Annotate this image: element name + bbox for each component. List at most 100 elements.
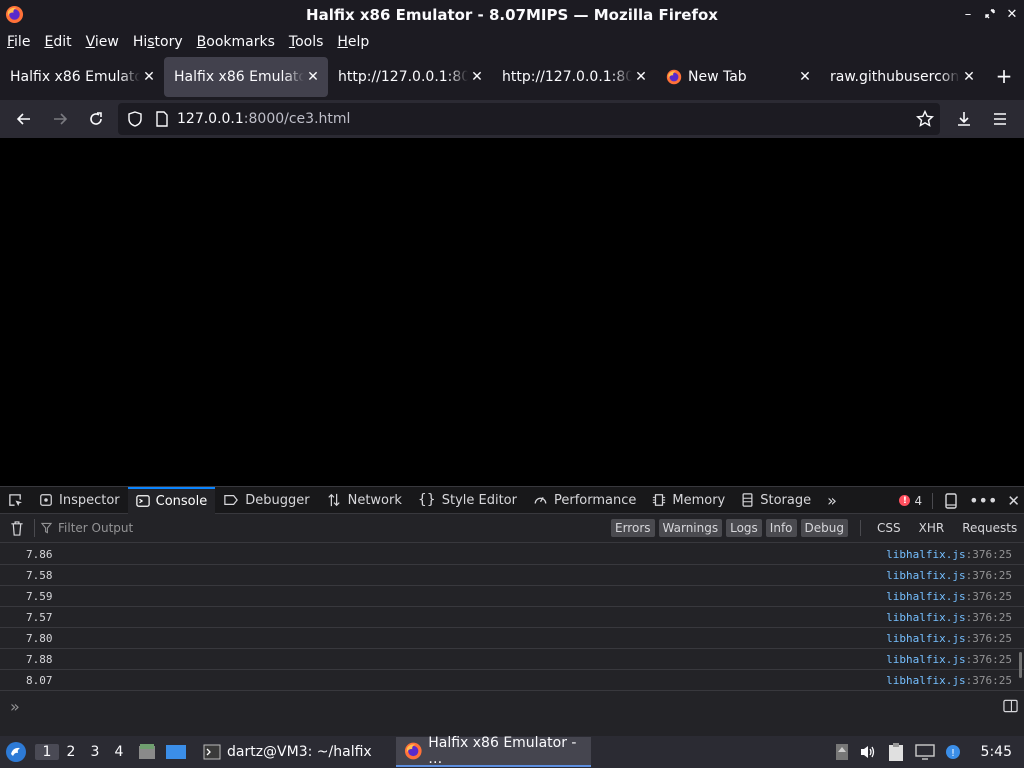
tab-localhost-ce[interactable]: http://127.0.0.1:8000/ce.html ✕ bbox=[492, 57, 656, 97]
tab-halfix-1[interactable]: Halfix x86 Emulator - 8.07MIPS ✕ bbox=[0, 57, 164, 97]
filter-errors-button[interactable]: Errors bbox=[611, 519, 655, 537]
devtools-close-icon[interactable]: ✕ bbox=[1007, 492, 1020, 510]
devtools-tab-debugger[interactable]: Debugger bbox=[215, 487, 317, 514]
devtools-tab-label: Inspector bbox=[59, 492, 120, 508]
menu-edit[interactable]: Edit bbox=[44, 34, 78, 50]
console-message-source[interactable]: libhalfix.js:376:25 bbox=[886, 653, 1012, 666]
console-message-value: 8.07 bbox=[26, 673, 53, 687]
devtools-tab-style-editor[interactable]: {} Style Editor bbox=[410, 487, 525, 514]
console-message-source[interactable]: libhalfix.js:376:25 bbox=[886, 590, 1012, 603]
network-status-icon[interactable] bbox=[914, 744, 935, 760]
filter-output-input[interactable]: Filter Output bbox=[41, 521, 133, 535]
workspace-1[interactable]: 1 bbox=[35, 744, 59, 760]
more-options-icon[interactable]: ••• bbox=[969, 491, 997, 510]
tab-close-icon[interactable]: ✕ bbox=[306, 69, 320, 85]
console-output: 7.86 libhalfix.js:376:25 7.58 libhalfix.… bbox=[0, 544, 1024, 691]
task-terminal[interactable]: dartz@VM3: ~/halfix bbox=[195, 737, 380, 767]
back-button[interactable] bbox=[9, 104, 39, 134]
devtools-tab-label: Style Editor bbox=[441, 492, 517, 508]
clock[interactable]: 5:45 bbox=[981, 744, 1012, 760]
workspace-4[interactable]: 4 bbox=[107, 744, 131, 760]
page-icon[interactable] bbox=[155, 111, 169, 127]
console-message-row: 7.59 libhalfix.js:376:25 bbox=[0, 586, 1024, 607]
menu-bookmarks[interactable]: Bookmarks bbox=[197, 34, 282, 50]
devtools-tab-performance[interactable]: Performance bbox=[525, 487, 644, 514]
tab-close-icon[interactable]: ✕ bbox=[470, 69, 484, 85]
devtools-overflow-button[interactable]: » bbox=[819, 487, 845, 514]
task-firefox[interactable]: Halfix x86 Emulator - … bbox=[395, 735, 591, 767]
tab-new-tab[interactable]: New Tab ✕ bbox=[656, 57, 820, 97]
url-text[interactable]: 127.0.0.1:8000/ce3.html bbox=[177, 111, 350, 127]
tab-halfix-2[interactable]: Halfix x86 Emulator - 8.07MIPS ✕ bbox=[164, 57, 328, 97]
app-menu-button[interactable] bbox=[985, 104, 1015, 134]
tab-close-icon[interactable]: ✕ bbox=[142, 69, 156, 85]
notification-icon[interactable]: ! bbox=[945, 744, 961, 760]
restore-icon[interactable] bbox=[984, 5, 996, 23]
console-message-value: 7.88 bbox=[26, 652, 53, 666]
tab-localhost-ce2[interactable]: http://127.0.0.1:8000/ce2.html ✕ bbox=[328, 57, 492, 97]
prompt-chevron-icon: » bbox=[10, 696, 20, 716]
filter-info-button[interactable]: Info bbox=[765, 519, 797, 537]
firefox-icon bbox=[666, 69, 682, 85]
devtools-tab-storage[interactable]: Storage bbox=[733, 487, 819, 514]
console-message-source[interactable]: libhalfix.js:376:25 bbox=[886, 611, 1012, 624]
devtools-tab-label: Memory bbox=[672, 492, 726, 508]
devtools-tab-console[interactable]: Console bbox=[127, 486, 216, 514]
tab-raw-github[interactable]: raw.githubusercontent.com ✕ bbox=[820, 57, 984, 97]
menu-history[interactable]: History bbox=[133, 34, 190, 50]
system-tray: ! 5:45 bbox=[835, 736, 1018, 768]
console-message-source[interactable]: libhalfix.js:376:25 bbox=[886, 632, 1012, 645]
devtools-tab-label: Performance bbox=[553, 492, 637, 508]
close-icon[interactable]: ✕ bbox=[1006, 5, 1018, 23]
filter-warnings-button[interactable]: Warnings bbox=[658, 519, 723, 537]
url-bar[interactable]: 127.0.0.1:8000/ce3.html bbox=[118, 103, 940, 135]
devtools-tab-network[interactable]: Network bbox=[318, 487, 410, 514]
console-message-source[interactable]: libhalfix.js:376:25 bbox=[886, 569, 1012, 582]
devtools-tab-inspector[interactable]: Inspector bbox=[31, 487, 128, 514]
workspace-2[interactable]: 2 bbox=[59, 744, 83, 760]
console-message-row: 8.07 libhalfix.js:376:25 bbox=[0, 670, 1024, 691]
page-content[interactable] bbox=[0, 138, 1024, 486]
console-scrollbar[interactable] bbox=[1019, 652, 1022, 678]
menu-view[interactable]: View bbox=[86, 34, 126, 50]
console-message-value: 7.58 bbox=[26, 568, 53, 582]
filter-css-button[interactable]: CSS bbox=[873, 519, 905, 537]
console-message-source[interactable]: libhalfix.js:376:25 bbox=[886, 548, 1012, 561]
upload-indicator-icon[interactable] bbox=[835, 743, 849, 761]
downloads-button[interactable] bbox=[949, 104, 979, 134]
tab-close-icon[interactable]: ✕ bbox=[798, 69, 812, 85]
app-launcher-icon[interactable] bbox=[5, 741, 27, 763]
minimize-icon[interactable]: – bbox=[962, 5, 974, 23]
responsive-design-icon[interactable] bbox=[943, 492, 959, 509]
reload-button[interactable] bbox=[81, 104, 111, 134]
console-message-value: 7.86 bbox=[26, 547, 53, 561]
error-icon: ! bbox=[899, 495, 911, 506]
devtools-tab-memory[interactable]: Memory bbox=[644, 487, 733, 514]
forward-button[interactable] bbox=[45, 104, 75, 134]
arrow-right-icon bbox=[54, 113, 68, 125]
volume-icon[interactable] bbox=[859, 744, 877, 760]
menu-file[interactable]: File bbox=[7, 34, 37, 50]
desktop-icon[interactable] bbox=[165, 743, 187, 761]
tab-close-icon[interactable]: ✕ bbox=[634, 69, 648, 85]
error-count-badge[interactable]: ! 4 bbox=[899, 494, 922, 508]
filter-logs-button[interactable]: Logs bbox=[726, 519, 762, 537]
split-console-icon[interactable] bbox=[1003, 699, 1018, 713]
tab-close-icon[interactable]: ✕ bbox=[962, 69, 976, 85]
bookmark-star-icon[interactable] bbox=[916, 110, 934, 128]
new-tab-button[interactable]: + bbox=[992, 64, 1016, 88]
menu-help[interactable]: Help bbox=[337, 34, 376, 50]
filter-xhr-button[interactable]: XHR bbox=[915, 519, 949, 537]
clipboard-icon[interactable] bbox=[887, 742, 905, 762]
file-manager-icon[interactable] bbox=[137, 743, 157, 761]
console-message-value: 7.80 bbox=[26, 631, 53, 645]
console-input[interactable]: » bbox=[0, 691, 1024, 721]
element-picker-button[interactable] bbox=[0, 487, 31, 514]
trash-icon[interactable] bbox=[10, 520, 24, 536]
shield-icon[interactable] bbox=[127, 111, 143, 127]
console-message-source[interactable]: libhalfix.js:376:25 bbox=[886, 674, 1012, 687]
menu-tools[interactable]: Tools bbox=[289, 34, 331, 50]
filter-debug-button[interactable]: Debug bbox=[800, 519, 848, 537]
filter-requests-button[interactable]: Requests bbox=[958, 519, 1021, 537]
workspace-3[interactable]: 3 bbox=[83, 744, 107, 760]
